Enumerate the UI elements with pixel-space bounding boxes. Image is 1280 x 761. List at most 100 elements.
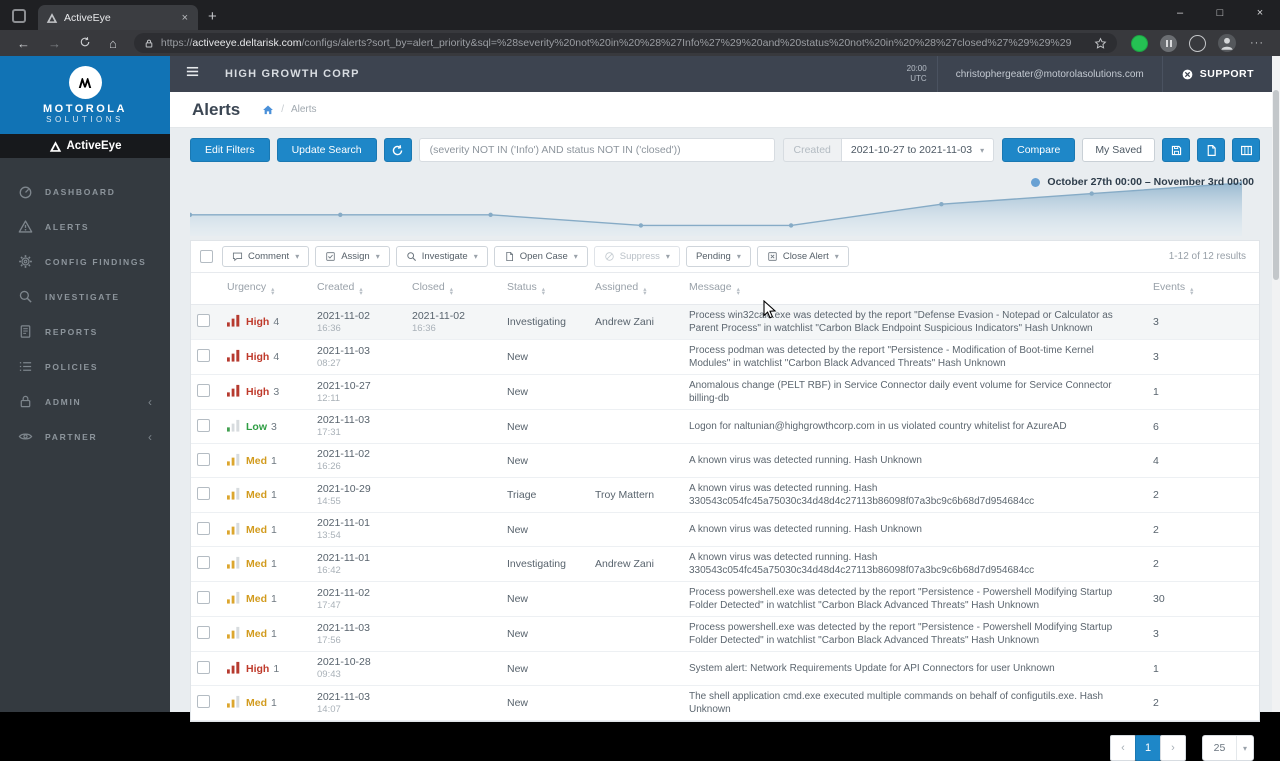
row-checkbox[interactable] xyxy=(197,521,210,535)
alert-row[interactable]: Low 3 2021-11-03 17:31 New Logon for naltunia… xyxy=(191,409,1259,444)
page-scrollbar[interactable] xyxy=(1272,56,1280,712)
update-search-button[interactable]: Update Search xyxy=(276,138,377,162)
column-header-closed[interactable]: Closed ▴ ▾ xyxy=(406,273,501,305)
next-page-button[interactable]: › xyxy=(1160,735,1186,761)
created-filter-label: Created xyxy=(782,138,841,162)
alert-row[interactable]: Med 1 2021-10-29 14:55 Triage Troy Mattern A k… xyxy=(191,477,1259,513)
browser-profile-avatar[interactable] xyxy=(1218,34,1236,52)
column-header-message[interactable]: Message ▴ ▾ xyxy=(683,273,1147,305)
sort-icon: ▴ ▾ xyxy=(541,286,546,297)
refresh-results-button[interactable] xyxy=(383,138,412,162)
sidebar-item-admin[interactable]: ADMIN ‹ xyxy=(0,384,170,419)
alert-row[interactable]: Med 1 2021-11-02 16:26 New A known virus was … xyxy=(191,443,1259,478)
sidebar-item-label: CONFIG FINDINGS xyxy=(45,256,147,267)
forward-button[interactable]: → xyxy=(39,36,70,51)
row-checkbox[interactable] xyxy=(197,314,210,327)
row-checkbox[interactable] xyxy=(197,487,210,500)
row-checkbox[interactable] xyxy=(197,384,210,397)
alert-row[interactable]: High 1 2021-10-28 09:43 New System alert: Net… xyxy=(191,651,1259,686)
investigate-button[interactable]: Investigate ▾ xyxy=(395,246,488,267)
new-tab-button[interactable]: + xyxy=(208,8,217,25)
extensions-icon[interactable] xyxy=(1189,34,1206,52)
urgency-cell: Med 1 xyxy=(227,556,305,572)
alert-row[interactable]: High 3 2021-10-27 12:11 New Anomalous change … xyxy=(191,374,1259,410)
alert-row[interactable]: Med 1 2021-11-03 17:56 New Process powershell… xyxy=(191,616,1259,652)
column-header-select xyxy=(191,273,221,305)
home-icon[interactable] xyxy=(262,104,274,116)
created-cell: 2021-10-27 12:11 xyxy=(311,374,406,410)
sidebar-item-alerts[interactable]: ALERTS xyxy=(0,209,170,244)
address-bar[interactable]: https://activeeye.deltarisk.com/configs/… xyxy=(133,33,1117,53)
back-button[interactable]: ← xyxy=(8,36,39,51)
close-alert-button[interactable]: Close Alert ▾ xyxy=(756,246,849,267)
activeeye-logo: ActiveEye xyxy=(0,134,170,158)
sidebar-item-config-findings[interactable]: CONFIG FINDINGS xyxy=(0,244,170,279)
user-email[interactable]: christophergeater@motorolasolutions.com xyxy=(938,69,1162,80)
urgency-label: Med xyxy=(246,593,267,605)
support-button[interactable]: SUPPORT xyxy=(1163,68,1272,81)
column-header-assigned[interactable]: Assigned ▴ ▾ xyxy=(589,273,683,305)
favorites-star-icon[interactable] xyxy=(1094,36,1107,50)
browser-tab[interactable]: ActiveEye × xyxy=(38,5,198,30)
column-header-created[interactable]: Created ▴ ▾ xyxy=(311,273,406,305)
close-button[interactable]: × xyxy=(1240,0,1280,26)
export-button[interactable] xyxy=(1197,138,1225,162)
compare-button[interactable]: Compare xyxy=(1002,138,1076,162)
urgency-bars-icon xyxy=(227,556,241,572)
column-header-urgency[interactable]: Urgency ▴ ▾ xyxy=(221,273,311,305)
minimize-button[interactable]: – xyxy=(1160,0,1200,26)
row-checkbox[interactable] xyxy=(197,418,210,432)
my-saved-button[interactable]: My Saved xyxy=(1082,138,1155,162)
row-select-cell xyxy=(191,409,221,444)
scrollbar-thumb[interactable] xyxy=(1273,90,1279,280)
alert-row[interactable]: High 4 2021-11-03 08:27 New Process podman wa… xyxy=(191,339,1259,375)
page-button-1[interactable]: 1 xyxy=(1135,735,1161,761)
refresh-button[interactable] xyxy=(70,36,100,51)
save-search-button[interactable] xyxy=(1162,138,1190,162)
row-checkbox[interactable] xyxy=(197,452,210,466)
events-cell: 2 xyxy=(1147,685,1259,721)
status-cell: New xyxy=(501,512,589,547)
date-range-select[interactable]: 2021-10-27 to 2021-11-03 ▾ xyxy=(840,138,995,162)
assign-button[interactable]: Assign ▾ xyxy=(315,246,390,267)
open-case-button[interactable]: Open Case ▾ xyxy=(493,246,588,267)
column-header-status[interactable]: Status ▴ ▾ xyxy=(501,273,589,305)
alert-row[interactable]: Med 1 2021-11-01 13:54 New A known virus was … xyxy=(191,512,1259,547)
row-checkbox[interactable] xyxy=(197,695,210,708)
extension-icon-green[interactable] xyxy=(1131,34,1148,52)
query-input[interactable] xyxy=(418,138,775,162)
row-checkbox[interactable] xyxy=(197,660,210,674)
alert-row[interactable]: High 4 2021-11-02 16:36 2021-11-02 16:36 Inves… xyxy=(191,304,1259,340)
sidebar-item-policies[interactable]: POLICIES xyxy=(0,349,170,384)
sidebar-item-partner[interactable]: PARTNER ‹ xyxy=(0,419,170,454)
prev-page-button[interactable]: ‹ xyxy=(1110,735,1136,761)
row-checkbox[interactable] xyxy=(197,349,210,362)
comment-button[interactable]: Comment ▾ xyxy=(222,246,310,267)
select-all-checkbox[interactable] xyxy=(200,250,213,263)
tab-close-icon[interactable]: × xyxy=(180,12,190,24)
alert-row[interactable]: Med 1 2021-11-01 16:42 Investigating Andrew Z… xyxy=(191,546,1259,582)
urgency-score: 1 xyxy=(271,489,277,501)
sidebar-item-label: POLICIES xyxy=(45,361,99,372)
columns-button[interactable] xyxy=(1232,138,1260,162)
alert-row[interactable]: Med 1 2021-11-03 14:07 New The shell applicat… xyxy=(191,685,1259,721)
browser-menu-icon[interactable]: ··· xyxy=(1242,37,1272,49)
extension-icon-grey[interactable] xyxy=(1160,34,1177,52)
row-checkbox[interactable] xyxy=(197,626,210,639)
tab-actions-icon[interactable] xyxy=(12,9,26,23)
alert-row[interactable]: Med 1 2021-11-02 17:47 New Process powershell… xyxy=(191,581,1259,617)
menu-toggle-icon[interactable] xyxy=(170,64,215,84)
page-size-select[interactable]: 25 ▾ xyxy=(1202,735,1254,761)
home-button[interactable]: ⌂ xyxy=(100,36,126,51)
sidebar-item-dashboard[interactable]: DASHBOARD xyxy=(0,174,170,209)
maximize-button[interactable]: □ xyxy=(1200,0,1240,26)
row-checkbox[interactable] xyxy=(197,591,210,604)
pending-button[interactable]: Pending ▾ xyxy=(685,246,751,267)
column-header-events[interactable]: Events ▴ ▾ xyxy=(1147,273,1259,305)
alerts-timeline: October 27th 00:00 – November 3rd 00:00 xyxy=(190,168,1260,240)
edit-filters-button[interactable]: Edit Filters xyxy=(190,138,270,162)
row-checkbox[interactable] xyxy=(197,556,210,569)
sidebar-item-investigate[interactable]: INVESTIGATE xyxy=(0,279,170,314)
sidebar-item-reports[interactable]: REPORTS xyxy=(0,314,170,349)
mouse-cursor xyxy=(763,300,777,319)
